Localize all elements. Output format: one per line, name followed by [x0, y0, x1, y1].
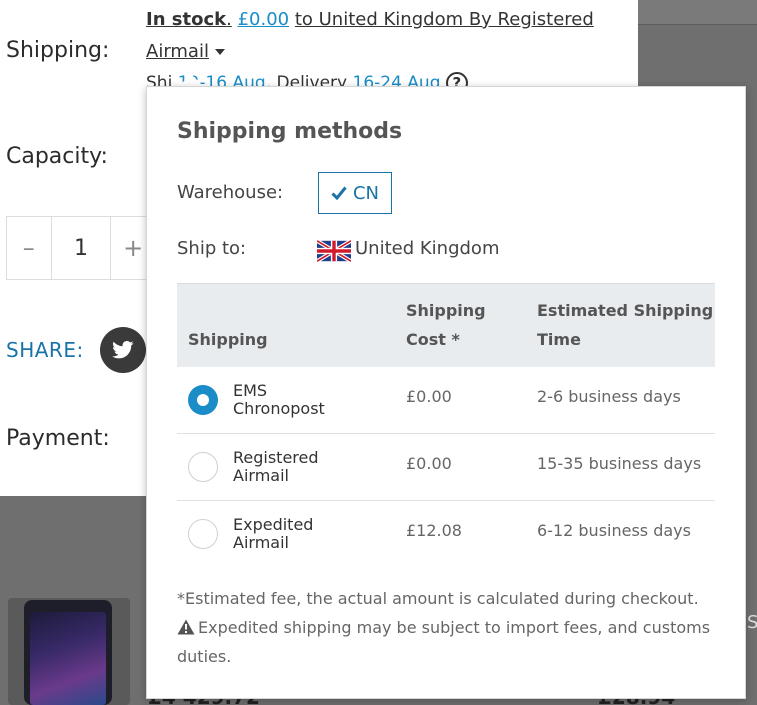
- method-time: 15-35 business days: [537, 454, 702, 473]
- destination-text[interactable]: to United Kingdom By Registered: [295, 9, 594, 30]
- method-name-line1: EMS: [233, 381, 268, 400]
- import-warning-text: Expedited shipping may be subject to imp…: [177, 618, 711, 666]
- method-time: 2-6 business days: [537, 387, 681, 406]
- ship-to-country[interactable]: United Kingdom: [355, 238, 499, 259]
- warehouse-option-cn[interactable]: CN: [318, 172, 392, 214]
- method-name-line1: Registered: [233, 448, 319, 467]
- warehouse-label: Warehouse:: [177, 182, 284, 203]
- method-cost: £0.00: [406, 387, 452, 406]
- quantity-decrease-button[interactable]: –: [7, 217, 51, 279]
- quantity-stepper: – 1 +: [6, 216, 156, 280]
- radio-registered-airmail[interactable]: [188, 452, 218, 482]
- shipping-option-row[interactable]: Registered Airmail £0.00 15-35 business …: [177, 434, 715, 501]
- method-cost: £0.00: [406, 454, 452, 473]
- header-time-line2: Time: [537, 330, 581, 349]
- twitter-share-button[interactable]: [100, 327, 146, 373]
- ship-to-label: Ship to:: [177, 238, 247, 259]
- popover-title: Shipping methods: [177, 119, 403, 144]
- capacity-label: Capacity:: [6, 144, 108, 169]
- method-name-line2: Chronopost: [233, 399, 325, 418]
- header-cost-line1: Shipping: [406, 301, 486, 320]
- header-cost-line2: Cost *: [406, 330, 460, 349]
- payment-label: Payment:: [6, 426, 110, 451]
- method-time: 6-12 business days: [537, 521, 691, 540]
- share-label: SHARE:: [6, 338, 84, 362]
- shipping-label: Shipping:: [6, 38, 110, 63]
- table-header: Shipping Shipping Cost * Estimated Shipp…: [177, 283, 715, 367]
- method-name-line1: Expedited: [233, 515, 314, 534]
- uk-flag-icon: [317, 239, 351, 263]
- stock-status: In stock: [146, 9, 227, 30]
- method-name: EMS Chronopost: [233, 382, 325, 418]
- shipping-method-value: Airmail: [146, 41, 209, 62]
- shipping-methods-table: Shipping Shipping Cost * Estimated Shipp…: [177, 283, 715, 568]
- shipping-price[interactable]: £0.00: [238, 9, 290, 30]
- twitter-icon: [112, 341, 134, 359]
- warehouse-value: CN: [352, 182, 380, 204]
- shipping-option-row[interactable]: Expedited Airmail £12.08 6-12 business d…: [177, 501, 715, 568]
- check-icon: [331, 186, 347, 200]
- shipping-methods-popover: Shipping methods Warehouse: CN Ship to: …: [146, 86, 746, 699]
- header-shipping: Shipping: [188, 330, 268, 349]
- separator: .: [226, 9, 232, 30]
- shipping-option-row[interactable]: EMS Chronopost £0.00 2-6 business days: [177, 367, 715, 434]
- method-name: Registered Airmail: [233, 449, 319, 485]
- warning-icon: [177, 619, 195, 635]
- header-time-line1: Estimated Shipping: [537, 301, 714, 320]
- edge-text-peek: S: [747, 612, 757, 633]
- shipping-summary-line: In stock. £0.00 to United Kingdom By Reg…: [146, 9, 594, 30]
- method-cost: £12.08: [406, 521, 462, 540]
- method-name: Expedited Airmail: [233, 516, 313, 552]
- method-name-line2: Airmail: [233, 466, 289, 485]
- radio-ems-chronopost[interactable]: [188, 385, 218, 415]
- caret-down-icon: [214, 49, 225, 55]
- shipping-notes: *Estimated fee, the actual amount is cal…: [177, 584, 717, 671]
- radio-expedited-airmail[interactable]: [188, 519, 218, 549]
- import-warning: Expedited shipping may be subject to imp…: [177, 613, 717, 671]
- quantity-value[interactable]: 1: [50, 217, 112, 279]
- shipping-method-dropdown[interactable]: Airmail: [146, 41, 225, 62]
- phone-screen-image: [30, 612, 106, 705]
- fee-note: *Estimated fee, the actual amount is cal…: [177, 589, 699, 608]
- overlay-right-band: [638, 0, 757, 25]
- method-name-line2: Airmail: [233, 533, 289, 552]
